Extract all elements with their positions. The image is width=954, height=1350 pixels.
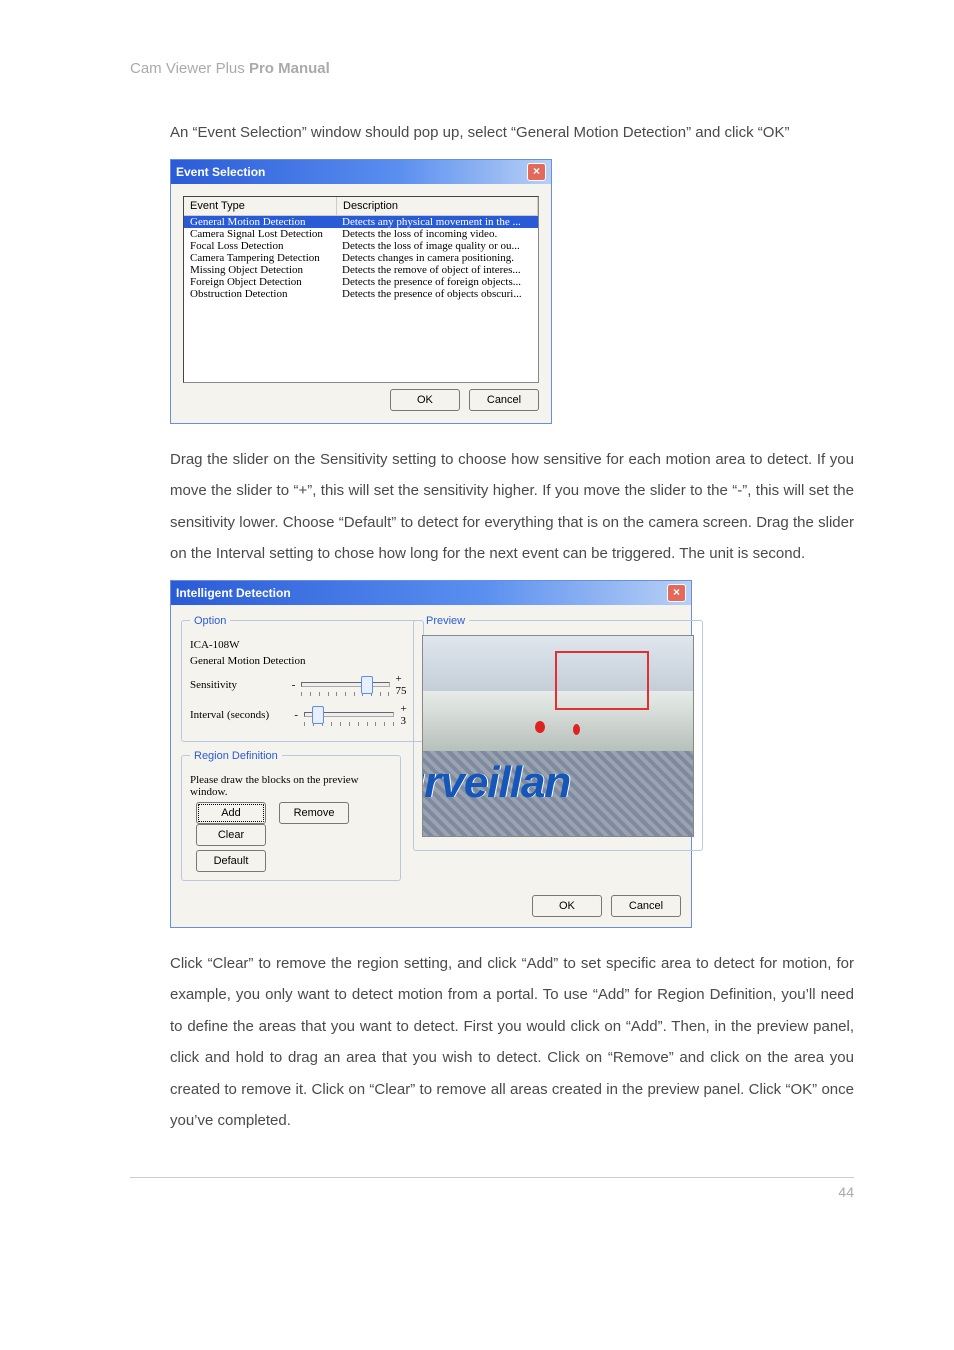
sensitivity-slider[interactable] (301, 678, 389, 692)
list-item-desc: Detects the loss of incoming video. (336, 228, 538, 240)
clear-button[interactable]: Clear (196, 824, 266, 846)
list-item-name: Camera Tampering Detection (184, 252, 336, 264)
cancel-button[interactable]: Cancel (469, 389, 539, 411)
close-icon[interactable]: × (527, 163, 546, 181)
sensitivity-label: Sensitivity (190, 679, 286, 691)
list-item-desc: Detects the loss of image quality or ou.… (336, 240, 538, 252)
page-header: Cam Viewer Plus Pro Manual (130, 60, 854, 77)
preview-fieldset: Preview ırveillan (413, 615, 703, 851)
event-dialog-title: Event Selection (176, 165, 265, 179)
list-item-name: Camera Signal Lost Detection (184, 228, 336, 240)
device-name: ICA-108W (190, 639, 415, 651)
col-description[interactable]: Description (337, 197, 538, 215)
list-item[interactable]: Camera Tampering Detection Detects chang… (184, 252, 538, 264)
sensitivity-value: + 75 (396, 673, 415, 697)
list-item-name: Missing Object Detection (184, 264, 336, 276)
intelligent-detection-dialog: Intelligent Detection × Option ICA-108W … (170, 580, 692, 928)
list-item[interactable]: Obstruction Detection Detects the presen… (184, 288, 538, 300)
option-legend: Option (190, 615, 230, 627)
product-name: Cam Viewer Plus (130, 60, 249, 77)
list-item-desc: Detects any physical movement in the ... (336, 216, 538, 228)
event-selection-dialog: Event Selection × Event Type Description… (170, 159, 552, 424)
cancel-button[interactable]: Cancel (611, 895, 681, 917)
list-item[interactable]: Focal Loss Detection Detects the loss of… (184, 240, 538, 252)
add-button[interactable]: Add (196, 802, 266, 824)
list-item-desc: Detects the presence of objects obscuri.… (336, 288, 538, 300)
event-dialog-titlebar[interactable]: Event Selection × (171, 160, 551, 184)
list-item-desc: Detects the presence of foreign objects.… (336, 276, 538, 288)
page-number: 44 (838, 1184, 854, 1200)
int-dialog-titlebar[interactable]: Intelligent Detection × (171, 581, 691, 605)
region-legend: Region Definition (190, 750, 282, 762)
list-item[interactable]: Missing Object Detection Detects the rem… (184, 264, 538, 276)
list-item-desc: Detects the remove of object of interes.… (336, 264, 538, 276)
detection-region[interactable] (555, 651, 649, 710)
default-button[interactable]: Default (196, 850, 266, 872)
preview-text: ırveillan (422, 758, 570, 808)
option-fieldset: Option ICA-108W General Motion Detection… (181, 615, 424, 742)
int-dialog-title: Intelligent Detection (176, 586, 291, 600)
list-item-name: General Motion Detection (184, 216, 336, 228)
ok-button[interactable]: OK (532, 895, 602, 917)
col-event-type[interactable]: Event Type (184, 197, 337, 215)
event-type-list[interactable]: Event Type Description General Motion De… (183, 196, 539, 383)
list-item-desc: Detects changes in camera positioning. (336, 252, 538, 264)
mode-name: General Motion Detection (190, 655, 415, 667)
minus-label: - (294, 709, 298, 721)
close-icon[interactable]: × (667, 584, 686, 602)
region-instruction: Please draw the blocks on the preview wi… (190, 774, 392, 798)
list-item-name: Foreign Object Detection (184, 276, 336, 288)
manual-label: Pro Manual (249, 60, 330, 77)
interval-slider[interactable] (304, 708, 394, 722)
list-item[interactable]: Foreign Object Detection Detects the pre… (184, 276, 538, 288)
preview-image[interactable]: ırveillan (422, 635, 694, 837)
list-item[interactable]: General Motion Detection Detects any phy… (184, 216, 538, 228)
list-item-name: Focal Loss Detection (184, 240, 336, 252)
interval-label: Interval (seconds) (190, 709, 288, 721)
list-item[interactable]: Camera Signal Lost Detection Detects the… (184, 228, 538, 240)
remove-button[interactable]: Remove (279, 802, 349, 824)
minus-label: - (292, 679, 296, 691)
region-fieldset: Region Definition Please draw the blocks… (181, 750, 401, 881)
preview-legend: Preview (422, 615, 469, 627)
ok-button[interactable]: OK (390, 389, 460, 411)
paragraph-3: Click “Clear” to remove the region setti… (170, 948, 854, 1137)
paragraph-2: Drag the slider on the Sensitivity setti… (170, 444, 854, 570)
list-item-name: Obstruction Detection (184, 288, 336, 300)
paragraph-1: An “Event Selection” window should pop u… (170, 117, 854, 149)
